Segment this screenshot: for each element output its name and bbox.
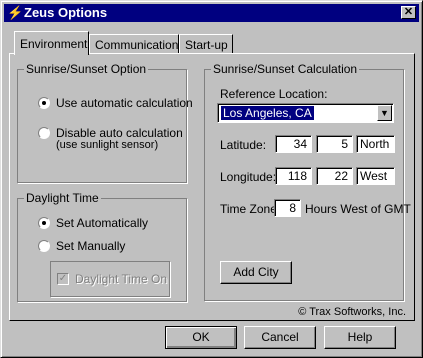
radio-disable-calc-dot[interactable] — [38, 127, 50, 139]
close-button[interactable]: ✕ — [401, 6, 416, 19]
radio-daylight-manual-label: Set Manually — [56, 239, 126, 253]
copyright-text: © Trax Softworks, Inc. — [298, 306, 406, 318]
reference-location-value: Los Angeles, CA — [221, 106, 314, 120]
longitude-degrees-field[interactable]: 118 — [275, 167, 312, 185]
tab-startup[interactable]: Start-up — [179, 34, 233, 54]
daylight-on-label: Daylight Time On — [75, 272, 168, 286]
title-bar: ⚡ Zeus Options ✕ — [4, 4, 419, 22]
longitude-minutes-field[interactable]: 22 — [316, 167, 353, 185]
tab-environment[interactable]: Environment — [14, 31, 89, 55]
latitude-degrees-field[interactable]: 34 — [275, 135, 312, 153]
reference-location-label: Reference Location: — [220, 87, 328, 101]
help-button[interactable]: Help — [324, 326, 396, 349]
add-city-button[interactable]: Add City — [220, 261, 292, 284]
chevron-down-icon[interactable]: ▼ — [377, 105, 392, 121]
radio-daylight-auto-label: Set Automatically — [56, 216, 149, 230]
latitude-minutes-field[interactable]: 5 — [316, 135, 353, 153]
latitude-label: Latitude: — [220, 138, 267, 152]
calc-legend: Sunrise/Sunset Calculation — [211, 62, 360, 76]
radio-disable-calc-sublabel: (use sunlight sensor) — [56, 139, 159, 151]
radio-auto-calc-dot[interactable] — [38, 97, 50, 109]
window-title: Zeus Options — [24, 5, 108, 20]
longitude-label: Longitude: — [220, 170, 277, 184]
reference-location-combo[interactable]: Los Angeles, CA ▼ — [217, 103, 394, 123]
longitude-direction-field[interactable]: West — [356, 167, 395, 185]
time-zone-field[interactable]: 8 — [274, 199, 301, 217]
lightning-icon: ⚡ — [7, 5, 24, 20]
sun-option-legend: Sunrise/Sunset Option — [24, 62, 149, 76]
radio-daylight-manual-dot[interactable] — [38, 240, 50, 252]
time-zone-suffix: Hours West of GMT — [305, 202, 411, 216]
options-dialog: ⚡ Zeus Options ✕ Environment Communicati… — [0, 0, 423, 358]
cancel-button[interactable]: Cancel — [244, 326, 316, 349]
daylight-on-box: ✓ Daylight Time On — [50, 261, 170, 297]
time-zone-label: Time Zone: — [220, 202, 281, 216]
radio-disable-calc-label: Disable auto calculation — [56, 126, 183, 140]
tab-communications[interactable]: Communications — [89, 34, 184, 54]
radio-daylight-auto-dot[interactable] — [38, 217, 50, 229]
daylight-legend: Daylight Time — [24, 191, 101, 205]
ok-button[interactable]: OK — [165, 326, 237, 349]
radio-auto-calc-label: Use automatic calculation — [56, 96, 193, 110]
latitude-direction-field[interactable]: North — [356, 135, 395, 153]
daylight-on-checkbox: ✓ — [57, 273, 69, 285]
